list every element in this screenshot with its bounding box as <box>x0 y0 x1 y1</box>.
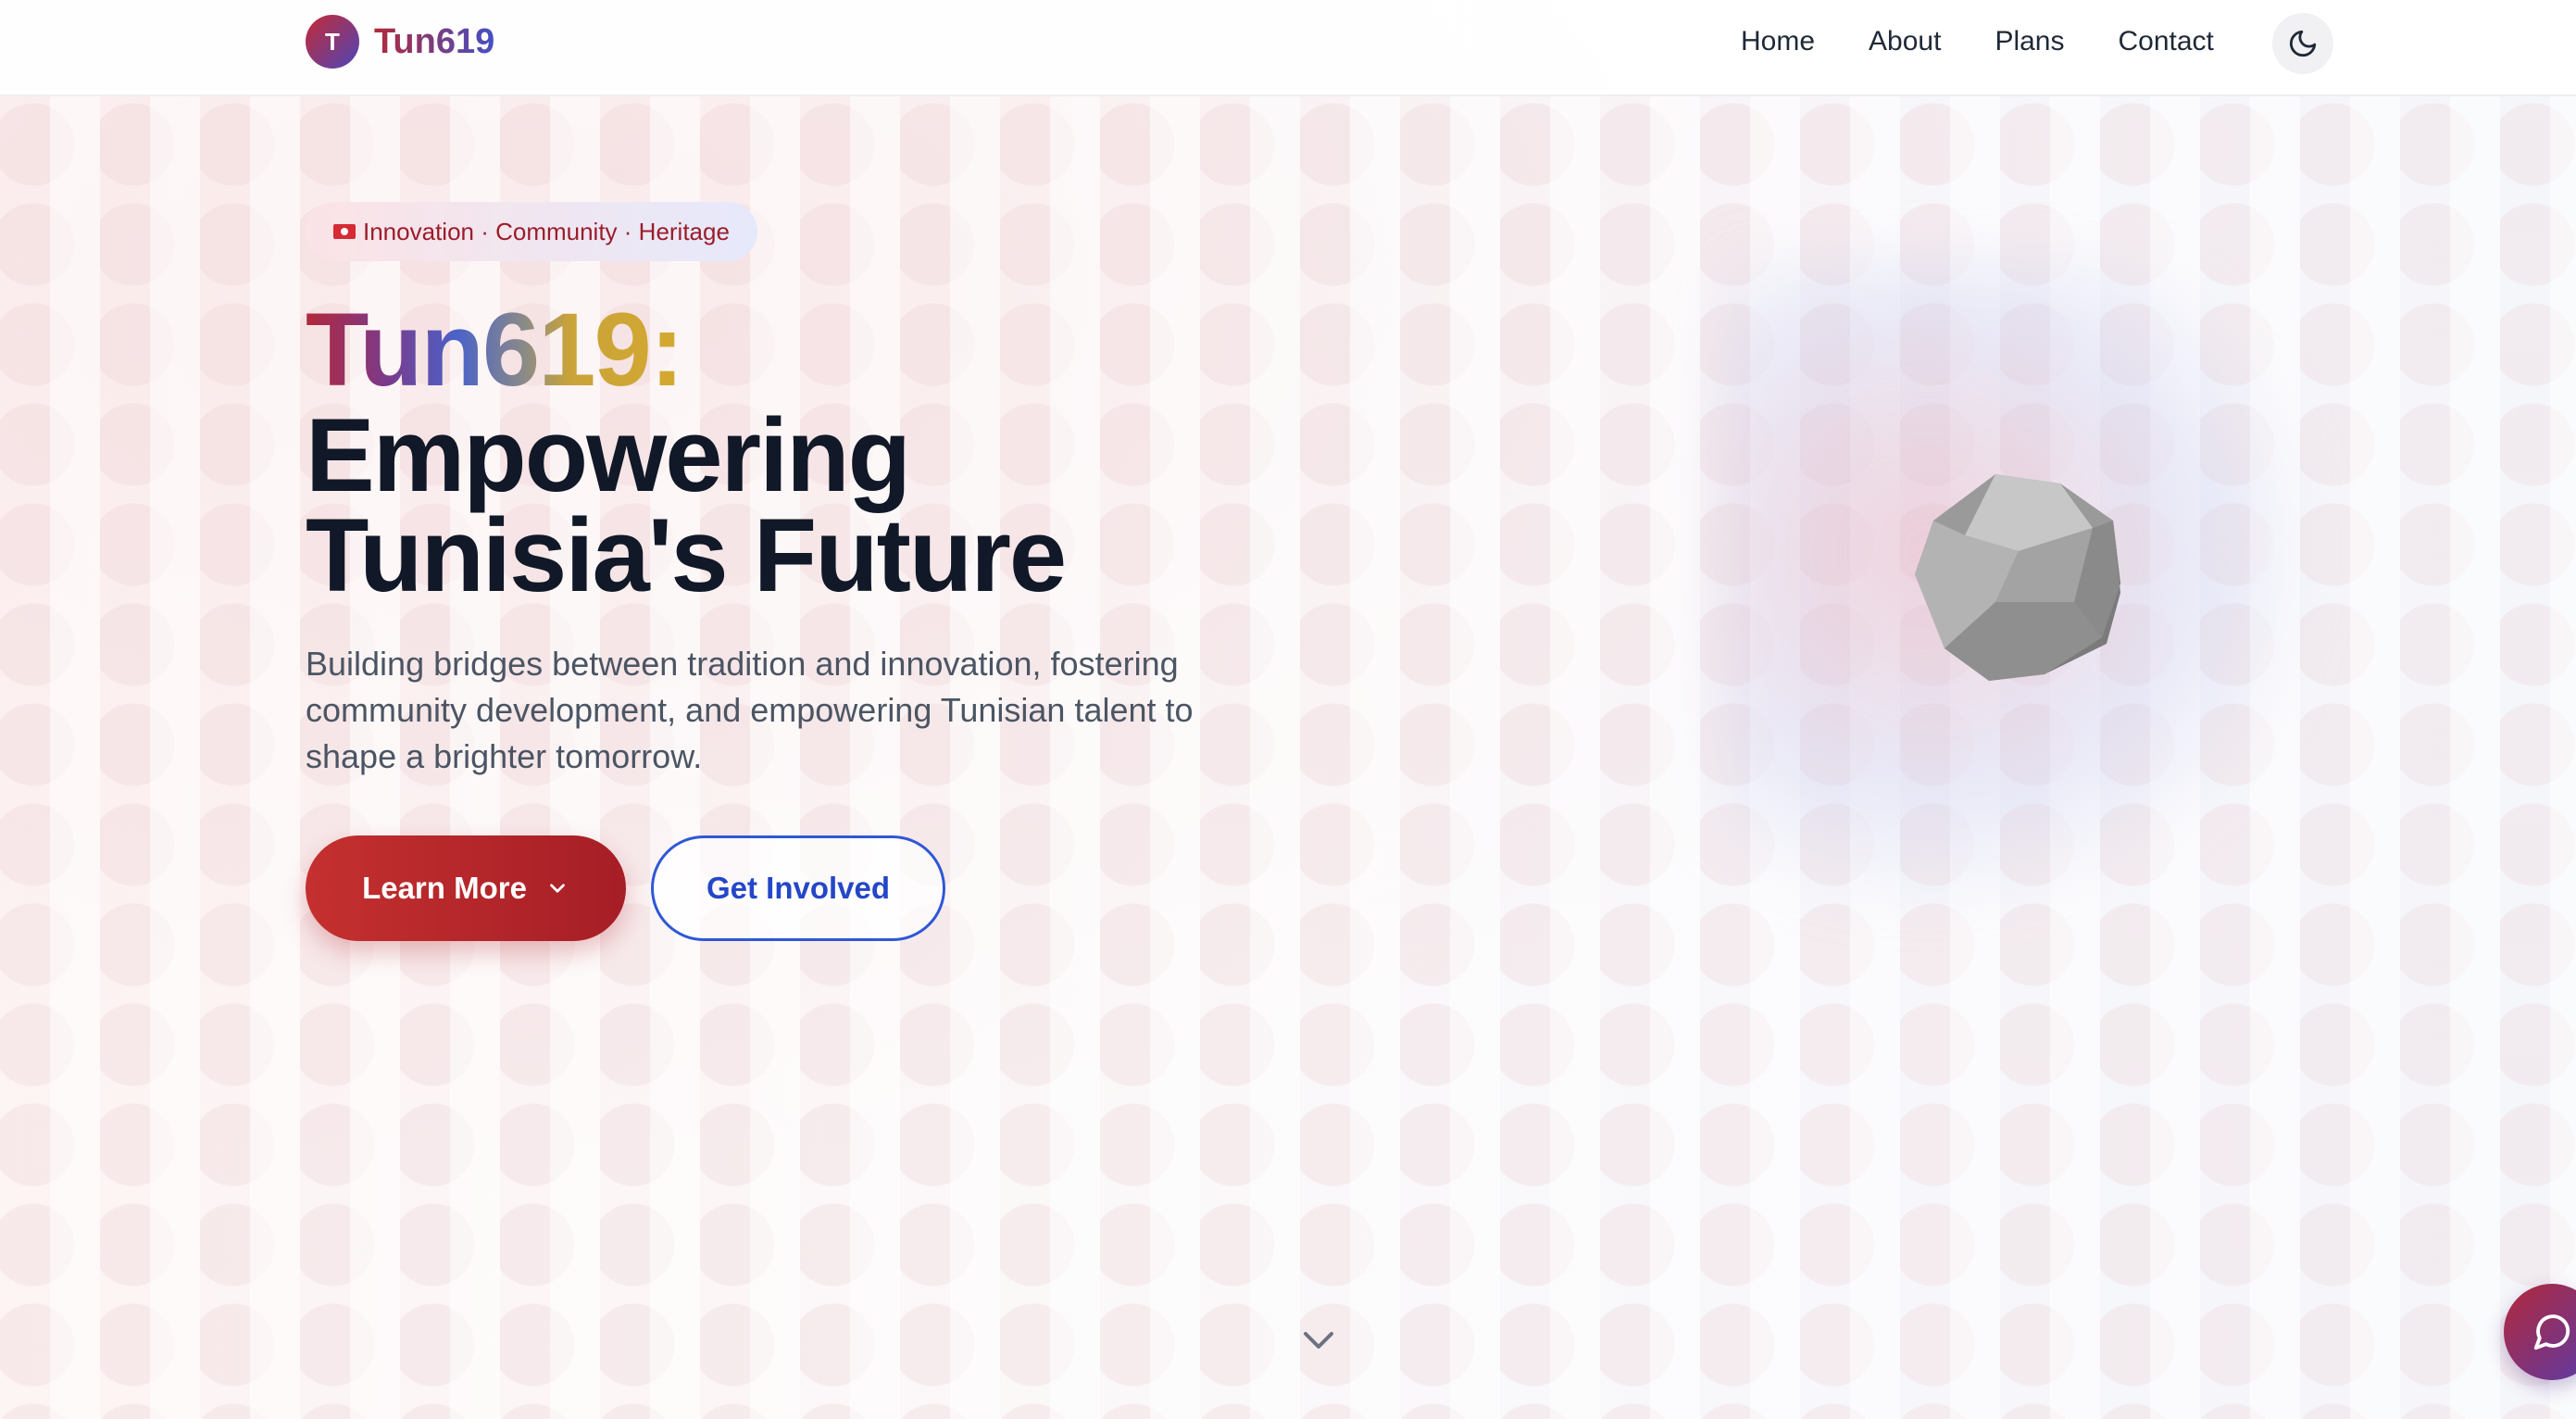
learn-more-label: Learn More <box>362 871 527 905</box>
scroll-down-chevron-icon[interactable] <box>1300 1326 1337 1354</box>
learn-more-button[interactable]: Learn More <box>306 835 626 941</box>
site-header: T Tun619 Home About Plans Contact <box>0 0 2576 96</box>
main-nav: Home About Plans Contact <box>1741 26 2214 57</box>
nav-item-plans[interactable]: Plans <box>1995 26 2064 57</box>
hero-subtitle: Building bridges between tradition and i… <box>306 645 1194 775</box>
theme-toggle-button[interactable] <box>2272 13 2333 74</box>
brand-name: Tun619 <box>374 21 495 61</box>
nav-item-contact[interactable]: Contact <box>2118 26 2213 57</box>
tunisia-flag-icon <box>333 224 356 239</box>
logo-mark: T <box>306 15 359 69</box>
nav-item-home[interactable]: Home <box>1741 26 1815 57</box>
hero-badge-text: Innovation · Community · Heritage <box>363 217 730 245</box>
hero-badge: Innovation · Community · Heritage <box>306 202 757 261</box>
moon-icon <box>2289 30 2317 57</box>
brand-logo[interactable]: T Tun619 <box>306 15 494 69</box>
hero-title-line3: Tunisia's Future <box>306 497 1067 613</box>
chevron-down-icon <box>550 884 565 893</box>
nav-item-about[interactable]: About <box>1869 26 1941 57</box>
3d-polyhedron-graphic <box>1915 474 2120 681</box>
chat-bubble-icon <box>2533 1314 2570 1350</box>
hero-title-brand: Tun619: <box>306 292 684 408</box>
hero-title: Tun619: Empowering Tunisia's Future <box>306 292 1509 613</box>
page: T Tun619 Home About Plans Contact Innova… <box>0 0 2576 1419</box>
get-involved-label: Get Involved <box>706 871 891 905</box>
hero-title-line2: Empowering <box>306 397 911 513</box>
get-involved-button[interactable]: Get Involved <box>651 835 945 941</box>
